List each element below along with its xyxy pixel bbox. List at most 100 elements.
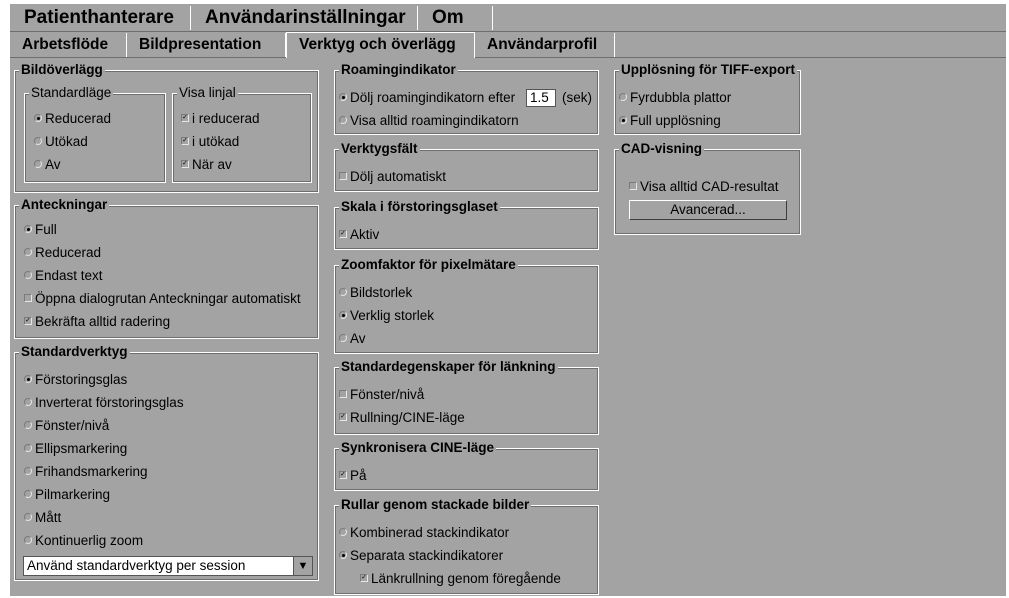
option-label: Länkrullning genom föregående	[371, 571, 561, 586]
group-synk-cine: Synkronisera CINE-läge ✓ På	[334, 440, 599, 491]
group-title: Standardegenskaper för länkning	[339, 359, 558, 375]
option-label: Separata stackindikatorer	[350, 548, 504, 563]
group-title: Skala i förstoringsglaset	[339, 199, 500, 215]
tab-verktyg-och-overlagg[interactable]: Verktyg och överlägg	[286, 32, 475, 58]
option-label: Visa alltid roamingindikatorn	[350, 113, 519, 128]
option-label: Fönster/nivå	[35, 418, 110, 433]
radio-full[interactable]: Full	[24, 222, 57, 238]
checkbox-dolj-automatiskt[interactable]: Dölj automatiskt	[339, 169, 446, 185]
group-skala: Skala i förstoringsglaset ✓ Aktiv	[334, 199, 599, 250]
checkmark-icon: ✓	[181, 137, 189, 146]
checkmark-icon: ✓	[339, 413, 347, 422]
radio-dot-icon	[24, 248, 32, 257]
tab-bildpresentation[interactable]: Bildpresentation	[127, 33, 286, 57]
option-label: Full upplösning	[630, 113, 721, 128]
sub-tab-bar: Arbetsflöde Bildpresentation Verktyg och…	[10, 32, 1006, 58]
radio-dot-icon	[24, 513, 32, 522]
group-title: Verktygsfält	[339, 141, 420, 157]
group-lankning: Standardegenskaper för länkning Fönster/…	[334, 359, 599, 435]
radio-dot-icon	[339, 528, 347, 537]
checkmark-icon: ✓	[360, 574, 368, 583]
radio-reducerad[interactable]: Reducerad	[34, 111, 111, 127]
radio-dot-icon	[24, 490, 32, 499]
checkbox-visa-cad[interactable]: Visa alltid CAD-resultat	[629, 179, 779, 195]
radio-visa-alltid-roaming[interactable]: Visa alltid roamingindikatorn	[339, 113, 519, 129]
standardverktyg-dropdown[interactable]: Använd standardverktyg per session ▼	[23, 556, 313, 576]
tab-anvandarprofil[interactable]: Användarprofil	[475, 33, 615, 57]
radio-separata-stack[interactable]: Separata stackindikatorer	[339, 548, 503, 564]
main-tab-bar: Patienthanterare Användarinställningar O…	[10, 4, 1006, 32]
option-label: Frihandsmarkering	[35, 464, 148, 479]
radio-full-upplosning[interactable]: Full upplösning	[619, 113, 721, 129]
radio-dot-icon	[34, 114, 42, 123]
radio-dot-icon	[339, 311, 347, 320]
radio-endast-text[interactable]: Endast text	[24, 268, 103, 284]
checkbox-nar-av[interactable]: ✓ När av	[181, 157, 232, 173]
group-bildoverlagg: Bildöverlägg Standardläge Reducerad Utök…	[14, 62, 319, 193]
radio-dot-icon	[24, 398, 32, 407]
option-label: Fyrdubbla plattor	[630, 90, 732, 105]
tab-om[interactable]: Om	[418, 6, 493, 30]
option-label: Öppna dialogrutan Anteckningar automatis…	[35, 291, 301, 306]
group-rullar-stackade: Rullar genom stackade bilder Kombinerad …	[334, 497, 599, 595]
radio-pilmarkering[interactable]: Pilmarkering	[24, 487, 110, 503]
checkbox-pa[interactable]: ✓ På	[339, 468, 367, 484]
radio-utokad[interactable]: Utökad	[34, 134, 88, 150]
option-label: Ellipsmarkering	[35, 441, 128, 456]
option-label: Rullning/CINE-läge	[350, 410, 465, 425]
radio-dot-icon	[24, 225, 32, 234]
radio-av[interactable]: Av	[339, 331, 366, 347]
checkbox-lankrullning[interactable]: ✓ Länkrullning genom föregående	[360, 571, 561, 587]
radio-fonster-niva[interactable]: Fönster/nivå	[24, 418, 109, 434]
group-verktygsfalt: Verktygsfält Dölj automatiskt	[334, 141, 599, 192]
group-title: Visa linjal	[177, 85, 238, 101]
radio-dot-icon	[339, 551, 347, 560]
radio-ellipsmarkering[interactable]: Ellipsmarkering	[24, 441, 127, 457]
radio-matt[interactable]: Mått	[24, 510, 61, 526]
option-label: Kontinuerlig zoom	[35, 533, 144, 548]
radio-frihandsmarkering[interactable]: Frihandsmarkering	[24, 464, 148, 480]
group-title: Rullar genom stackade bilder	[339, 497, 532, 513]
group-title: Zoomfaktor för pixelmätare	[339, 257, 518, 273]
radio-dot-icon	[24, 421, 32, 430]
option-label: Endast text	[35, 268, 103, 283]
group-title: Anteckningar	[19, 197, 110, 213]
group-title: Synkronisera CINE-läge	[339, 440, 497, 456]
checkbox-rullning-cine[interactable]: ✓ Rullning/CINE-läge	[339, 410, 465, 426]
option-label: Dölj roamingindikatorn efter	[350, 90, 516, 105]
radio-inverterat-forstoringsglas[interactable]: Inverterat förstoringsglas	[24, 395, 184, 411]
radio-fyrdubbla-plattor[interactable]: Fyrdubbla plattor	[619, 90, 731, 106]
avancerad-button[interactable]: Avancerad...	[629, 200, 787, 220]
checkmark-icon: ✓	[181, 160, 189, 169]
radio-dot-icon	[619, 116, 627, 125]
checkbox-fonster-niva[interactable]: Fönster/nivå	[339, 387, 424, 403]
tab-arbetsflode[interactable]: Arbetsflöde	[10, 33, 127, 57]
option-label: Inverterat förstoringsglas	[35, 395, 184, 410]
radio-dolj-roaming[interactable]: Dölj roamingindikatorn efter	[339, 90, 515, 106]
radio-kontinuerlig-zoom[interactable]: Kontinuerlig zoom	[24, 533, 143, 549]
radio-av[interactable]: Av	[34, 157, 61, 173]
radio-kombinerad-stack[interactable]: Kombinerad stackindikator	[339, 525, 509, 541]
tab-anvandarinstallningar[interactable]: Användarinställningar	[191, 6, 418, 30]
radio-bildstorlek[interactable]: Bildstorlek	[339, 285, 412, 301]
radio-verklig-storlek[interactable]: Verklig storlek	[339, 308, 434, 324]
radio-dot-icon	[34, 137, 42, 146]
tab-patienthanterare[interactable]: Patienthanterare	[10, 6, 191, 30]
option-label: Av	[45, 157, 61, 172]
dropdown-arrow-icon[interactable]: ▼	[293, 557, 312, 575]
checkbox-i-reducerad[interactable]: ✓ i reducerad	[181, 111, 260, 127]
option-label: Visa alltid CAD-resultat	[640, 179, 779, 194]
option-label: Bildstorlek	[350, 285, 413, 300]
roaming-seconds-input[interactable]: 1.5	[526, 89, 556, 107]
checkbox-aktiv[interactable]: ✓ Aktiv	[339, 227, 379, 243]
checkmark-icon: ✓	[24, 317, 32, 326]
checkbox-i-utokad[interactable]: ✓ i utökad	[181, 134, 239, 150]
seconds-unit-label: (sek)	[562, 90, 592, 105]
checkbox-bekrafta-radering[interactable]: ✓ Bekräfta alltid radering	[24, 314, 170, 330]
radio-reducerad[interactable]: Reducerad	[24, 245, 101, 261]
group-standardverktyg: Standardverktyg Förstoringsglas Inverter…	[14, 344, 319, 581]
checkbox-oppna-dialogrutan[interactable]: Öppna dialogrutan Anteckningar automatis…	[24, 291, 301, 307]
option-label: Verklig storlek	[350, 308, 435, 323]
radio-dot-icon	[339, 116, 347, 125]
radio-forstoringsglas[interactable]: Förstoringsglas	[24, 372, 127, 388]
